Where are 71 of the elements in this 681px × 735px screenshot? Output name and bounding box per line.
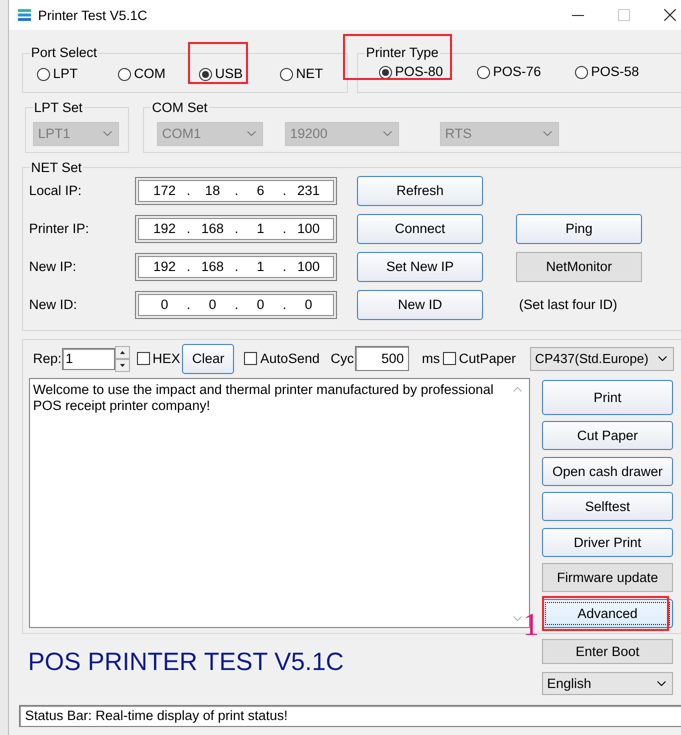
group-label: COM Set: [151, 100, 209, 116]
language-dropdown[interactable]: English: [542, 672, 673, 694]
radio-option[interactable]: COM: [118, 66, 166, 82]
chevron-down-icon: [103, 131, 112, 136]
radio-icon[interactable]: [575, 66, 588, 78]
checkbox-option[interactable]: HEX: [136, 350, 180, 366]
chevron-down-icon: [657, 680, 666, 686]
radio-option[interactable]: NET: [280, 66, 323, 82]
net-action-button[interactable]: Connect: [357, 214, 483, 244]
hint-text: (Set last four ID): [518, 297, 618, 312]
radio-option[interactable]: POS-80: [379, 64, 444, 80]
chevron-down-icon: [247, 131, 256, 136]
encoding-dropdown[interactable]: CP437(Std.Europe): [530, 346, 674, 370]
net-action-button[interactable]: New ID: [357, 290, 483, 320]
stacked-bars-icon: [18, 9, 31, 21]
minimize-icon[interactable]: [572, 14, 584, 16]
caret-down-icon: [120, 364, 125, 366]
group-label: Printer Type: [365, 45, 440, 61]
command-button[interactable]: Enter Boot: [542, 638, 673, 664]
ip-address-field[interactable]: 192 . 168 . 1 . 100: [135, 252, 337, 280]
group-label: Port Select: [30, 45, 98, 61]
chevron-down-icon: [383, 131, 392, 136]
radio-icon[interactable]: [118, 68, 131, 80]
clear-button[interactable]: Clear: [182, 344, 234, 374]
banner-title: POS PRINTER TEST V5.1C: [28, 646, 344, 678]
repeat-count-field[interactable]: 1: [62, 348, 115, 370]
checkbox-icon[interactable]: [244, 352, 258, 365]
field-label: New IP:: [29, 259, 76, 274]
interval-field[interactable]: 500: [354, 346, 409, 371]
radio-icon[interactable]: [379, 66, 392, 78]
field-label: Rep:: [33, 351, 62, 366]
field-label: Cyc: [330, 351, 354, 366]
radio-icon[interactable]: [37, 68, 50, 80]
command-button[interactable]: Firmware update: [542, 563, 673, 592]
ip-address-field[interactable]: 172 . 18 . 6 . 231: [135, 176, 337, 204]
net-action-button[interactable]: Set New IP: [357, 252, 483, 282]
radio-icon[interactable]: [477, 66, 490, 78]
radio-option[interactable]: POS-58: [575, 64, 640, 80]
chevron-down-icon: [543, 131, 552, 136]
command-button[interactable]: Selftest: [542, 492, 673, 521]
command-button[interactable]: Cut Paper: [542, 421, 673, 450]
group-label: LPT Set: [33, 100, 84, 116]
ip-address-field[interactable]: 0 . 0 . 0 . 0: [135, 290, 337, 318]
net-action-button[interactable]: Refresh: [357, 176, 483, 206]
checkbox-option[interactable]: AutoSend: [244, 350, 320, 366]
radio-option[interactable]: USB: [199, 66, 243, 82]
field-label: Printer IP:: [29, 221, 90, 236]
command-button[interactable]: Open cash drawer: [542, 456, 673, 486]
chevron-down-icon: [658, 356, 667, 361]
net-action-button[interactable]: NetMonitor: [516, 252, 642, 282]
spin-up-button[interactable]: [114, 346, 130, 358]
radio-icon[interactable]: [199, 68, 212, 80]
group-label: NET Set: [30, 160, 83, 176]
radio-option[interactable]: LPT: [37, 66, 78, 82]
status-field[interactable]: Status Bar: Real-time display of print status!: [19, 704, 681, 726]
close-icon[interactable]: [664, 9, 676, 21]
command-button[interactable]: Driver Print: [542, 528, 673, 556]
checkbox-icon[interactable]: [442, 352, 456, 365]
radio-icon[interactable]: [280, 68, 293, 80]
unit-label: ms: [422, 351, 440, 366]
caret-up-icon: [120, 350, 125, 354]
field-label: Local IP:: [29, 183, 82, 198]
ip-address-field[interactable]: 192 . 168 . 1 . 100: [135, 214, 337, 242]
field-label: New ID:: [29, 297, 78, 312]
command-button[interactable]: Advanced: [542, 598, 673, 628]
checkbox-option[interactable]: CutPaper: [442, 350, 516, 366]
window-title: Printer Test V5.1C: [38, 8, 148, 22]
radio-option[interactable]: POS-76: [477, 64, 542, 80]
command-button[interactable]: Print: [542, 380, 673, 414]
net-action-button[interactable]: Ping: [516, 214, 642, 244]
checkbox-icon[interactable]: [136, 352, 150, 365]
